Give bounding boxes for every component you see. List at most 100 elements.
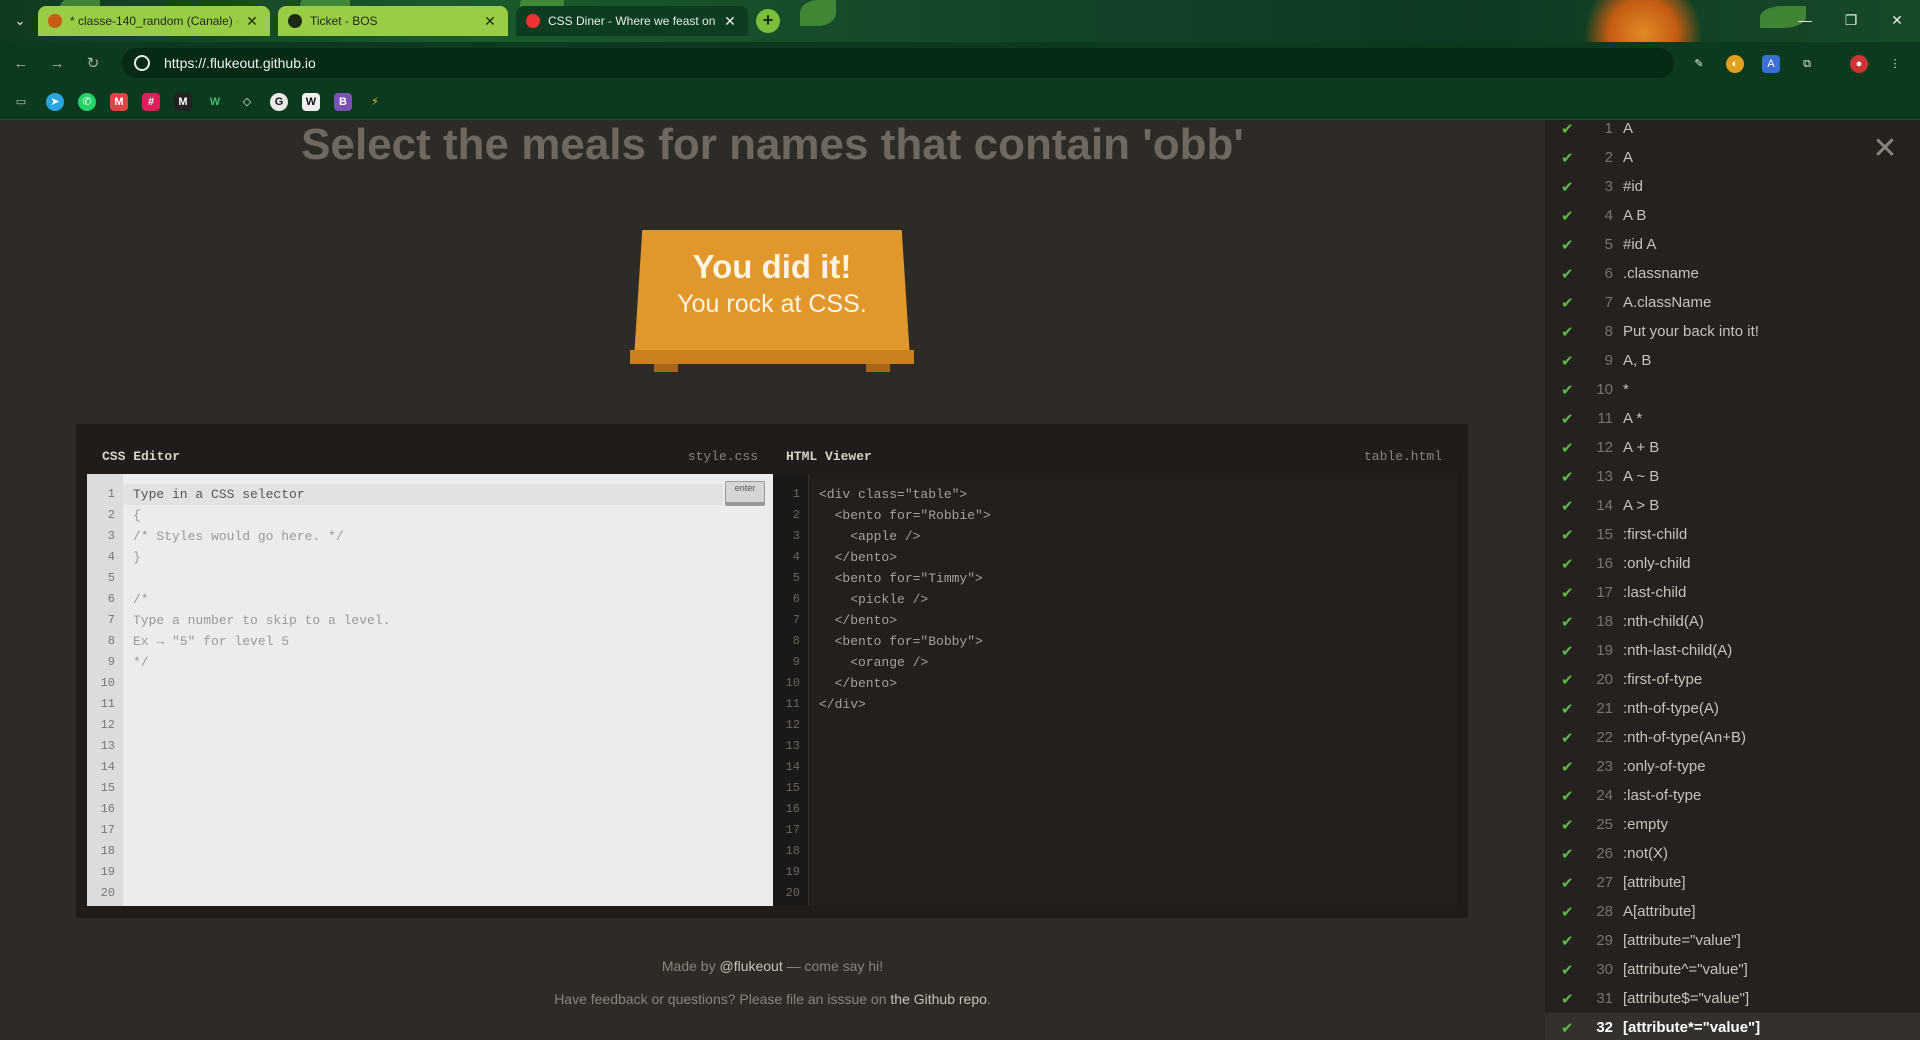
- level-item[interactable]: ✔ 24:last-of-type: [1545, 781, 1920, 810]
- level-number: 12: [1596, 439, 1613, 456]
- level-item[interactable]: ✔ 26:not(X): [1545, 839, 1920, 868]
- level-number: 21: [1596, 700, 1613, 717]
- diamond-icon[interactable]: ◇: [238, 93, 256, 111]
- level-item[interactable]: ✔ 7 A.className: [1545, 288, 1920, 317]
- win-subtitle: You rock at CSS.: [677, 290, 867, 318]
- checkmark-icon: ✔: [1561, 642, 1574, 660]
- kebab-menu-icon[interactable]: ⋮: [1886, 55, 1904, 73]
- tab-classe[interactable]: * classe-140_random (Canale) · ✕: [38, 6, 270, 36]
- line-number: 5: [107, 571, 115, 585]
- telegram-icon[interactable]: ➤: [46, 93, 64, 111]
- level-item[interactable]: ✔ 29 [attribute="value"]: [1545, 926, 1920, 955]
- level-item[interactable]: ✔ 18:nth-child(A): [1545, 607, 1920, 636]
- line-number: 13: [785, 739, 800, 753]
- level-item[interactable]: ✔ 15:first-child: [1545, 520, 1920, 549]
- close-icon[interactable]: ✕: [722, 13, 738, 30]
- close-window-icon[interactable]: ✕: [1874, 0, 1920, 42]
- w-icon[interactable]: W: [206, 93, 224, 111]
- line-number: 10: [100, 676, 115, 690]
- slack-icon[interactable]: #: [142, 93, 160, 111]
- win-message: You did it! You rock at CSS.: [630, 248, 914, 319]
- github-repo-link[interactable]: the Github repo: [890, 991, 987, 1007]
- line-number: 19: [100, 865, 115, 879]
- flukeout-link[interactable]: @flukeout: [719, 958, 782, 974]
- checkmark-icon: ✔: [1561, 526, 1574, 544]
- back-arrow-icon[interactable]: ←: [10, 53, 32, 75]
- site-info-icon[interactable]: [134, 55, 150, 71]
- m-icon[interactable]: M: [174, 93, 192, 111]
- level-item[interactable]: ✔ 6 .classname: [1545, 259, 1920, 288]
- level-selector: A.className: [1623, 294, 1712, 311]
- tab-ticket[interactable]: Ticket - BOS ✕: [278, 6, 508, 36]
- level-item[interactable]: ✔ 20:first-of-type: [1545, 665, 1920, 694]
- css-selector-input[interactable]: [133, 484, 673, 505]
- level-item[interactable]: ✔ 8 Put your back into it!: [1545, 317, 1920, 346]
- level-item[interactable]: ✔ 5 #id A: [1545, 230, 1920, 259]
- github-icon[interactable]: G: [270, 93, 288, 111]
- level-item[interactable]: ✔ 32 [attribute*="value"]: [1545, 1013, 1920, 1040]
- level-selector: Put your back into it!: [1623, 323, 1759, 340]
- level-item[interactable]: ✔ 27 [attribute]: [1545, 868, 1920, 897]
- level-number: 13: [1596, 468, 1613, 485]
- avatar[interactable]: ●: [1850, 55, 1868, 73]
- level-item[interactable]: ✔ 10 *: [1545, 375, 1920, 404]
- level-item[interactable]: ✔ 3 #id: [1545, 172, 1920, 201]
- level-item[interactable]: ✔ 28 A[attribute]: [1545, 897, 1920, 926]
- credits-text: — come say hi!: [782, 958, 884, 974]
- level-item[interactable]: ✔ 11 A *: [1545, 404, 1920, 433]
- puzzle-icon[interactable]: ⧉: [1798, 55, 1816, 73]
- level-item[interactable]: ✔ 22:nth-of-type(An+B): [1545, 723, 1920, 752]
- level-item[interactable]: ✔ 19:nth-last-child(A): [1545, 636, 1920, 665]
- bootstrap-icon[interactable]: B: [334, 93, 352, 111]
- translate-icon[interactable]: A: [1762, 55, 1780, 73]
- level-item[interactable]: ✔ 25:empty: [1545, 810, 1920, 839]
- code-line: Ex → "5" for level 5: [133, 634, 290, 649]
- minimize-icon[interactable]: —: [1782, 0, 1828, 42]
- level-item[interactable]: ✔ 17:last-child: [1545, 578, 1920, 607]
- extension-icon[interactable]: ◐: [1726, 55, 1744, 73]
- level-item[interactable]: ✔ 2 A: [1545, 143, 1920, 172]
- level-item[interactable]: ✔ 30 [attribute^="value"]: [1545, 955, 1920, 984]
- whatsapp-icon[interactable]: ✆: [78, 93, 96, 111]
- tab-title: CSS Diner - Where we feast on: [548, 14, 716, 28]
- close-icon[interactable]: ✕: [1870, 134, 1900, 164]
- close-icon[interactable]: ✕: [244, 13, 260, 30]
- forward-arrow-icon[interactable]: →: [46, 53, 68, 75]
- level-item[interactable]: ✔ 14 A > B: [1545, 491, 1920, 520]
- line-number: 7: [792, 613, 800, 627]
- pen-icon[interactable]: ✎: [1690, 55, 1708, 73]
- level-number: 5: [1604, 236, 1613, 253]
- level-selector: :last-of-type: [1623, 787, 1702, 804]
- level-item[interactable]: ✔ 4 A B: [1545, 201, 1920, 230]
- line-number: 1: [107, 487, 115, 501]
- w-square-icon[interactable]: W: [302, 93, 320, 111]
- folder-icon[interactable]: ▭: [12, 93, 30, 111]
- level-item[interactable]: ✔ 23:only-of-type: [1545, 752, 1920, 781]
- level-selector: :nth-of-type(A): [1623, 700, 1719, 717]
- url-field[interactable]: https://.flukeout.github.io: [122, 48, 1674, 78]
- level-item[interactable]: ✔ 31 [attribute$="value"]: [1545, 984, 1920, 1013]
- restore-icon[interactable]: ❐: [1828, 0, 1874, 42]
- checkmark-icon: ✔: [1561, 178, 1574, 196]
- code-line: Type a number to skip to a level.: [133, 613, 391, 628]
- gmail-icon[interactable]: M: [110, 93, 128, 111]
- reload-icon[interactable]: ↻: [82, 53, 104, 75]
- chevron-down-icon[interactable]: ⌄: [8, 9, 32, 33]
- enter-button[interactable]: enter: [725, 481, 765, 503]
- line-number: 8: [792, 634, 800, 648]
- level-item[interactable]: ✔ 21:nth-of-type(A): [1545, 694, 1920, 723]
- level-item[interactable]: ✔ 13 A ~ B: [1545, 462, 1920, 491]
- level-item[interactable]: ✔ 1 A: [1545, 114, 1920, 143]
- level-number: 3: [1604, 178, 1613, 195]
- new-tab-button[interactable]: +: [756, 9, 780, 33]
- level-item[interactable]: ✔ 9 A, B: [1545, 346, 1920, 375]
- level-item[interactable]: ✔ 12 A + B: [1545, 433, 1920, 462]
- close-icon[interactable]: ✕: [482, 13, 498, 30]
- tab-css-diner[interactable]: CSS Diner - Where we feast on ✕: [516, 6, 748, 36]
- bolt-icon[interactable]: ⚡: [366, 93, 384, 111]
- level-item[interactable]: ✔ 16:only-child: [1545, 549, 1920, 578]
- line-numbers: 1 2 3 4 5 6 7 8 9 10 11 12 13 14 15 16 17 18 19 20: [773, 474, 809, 906]
